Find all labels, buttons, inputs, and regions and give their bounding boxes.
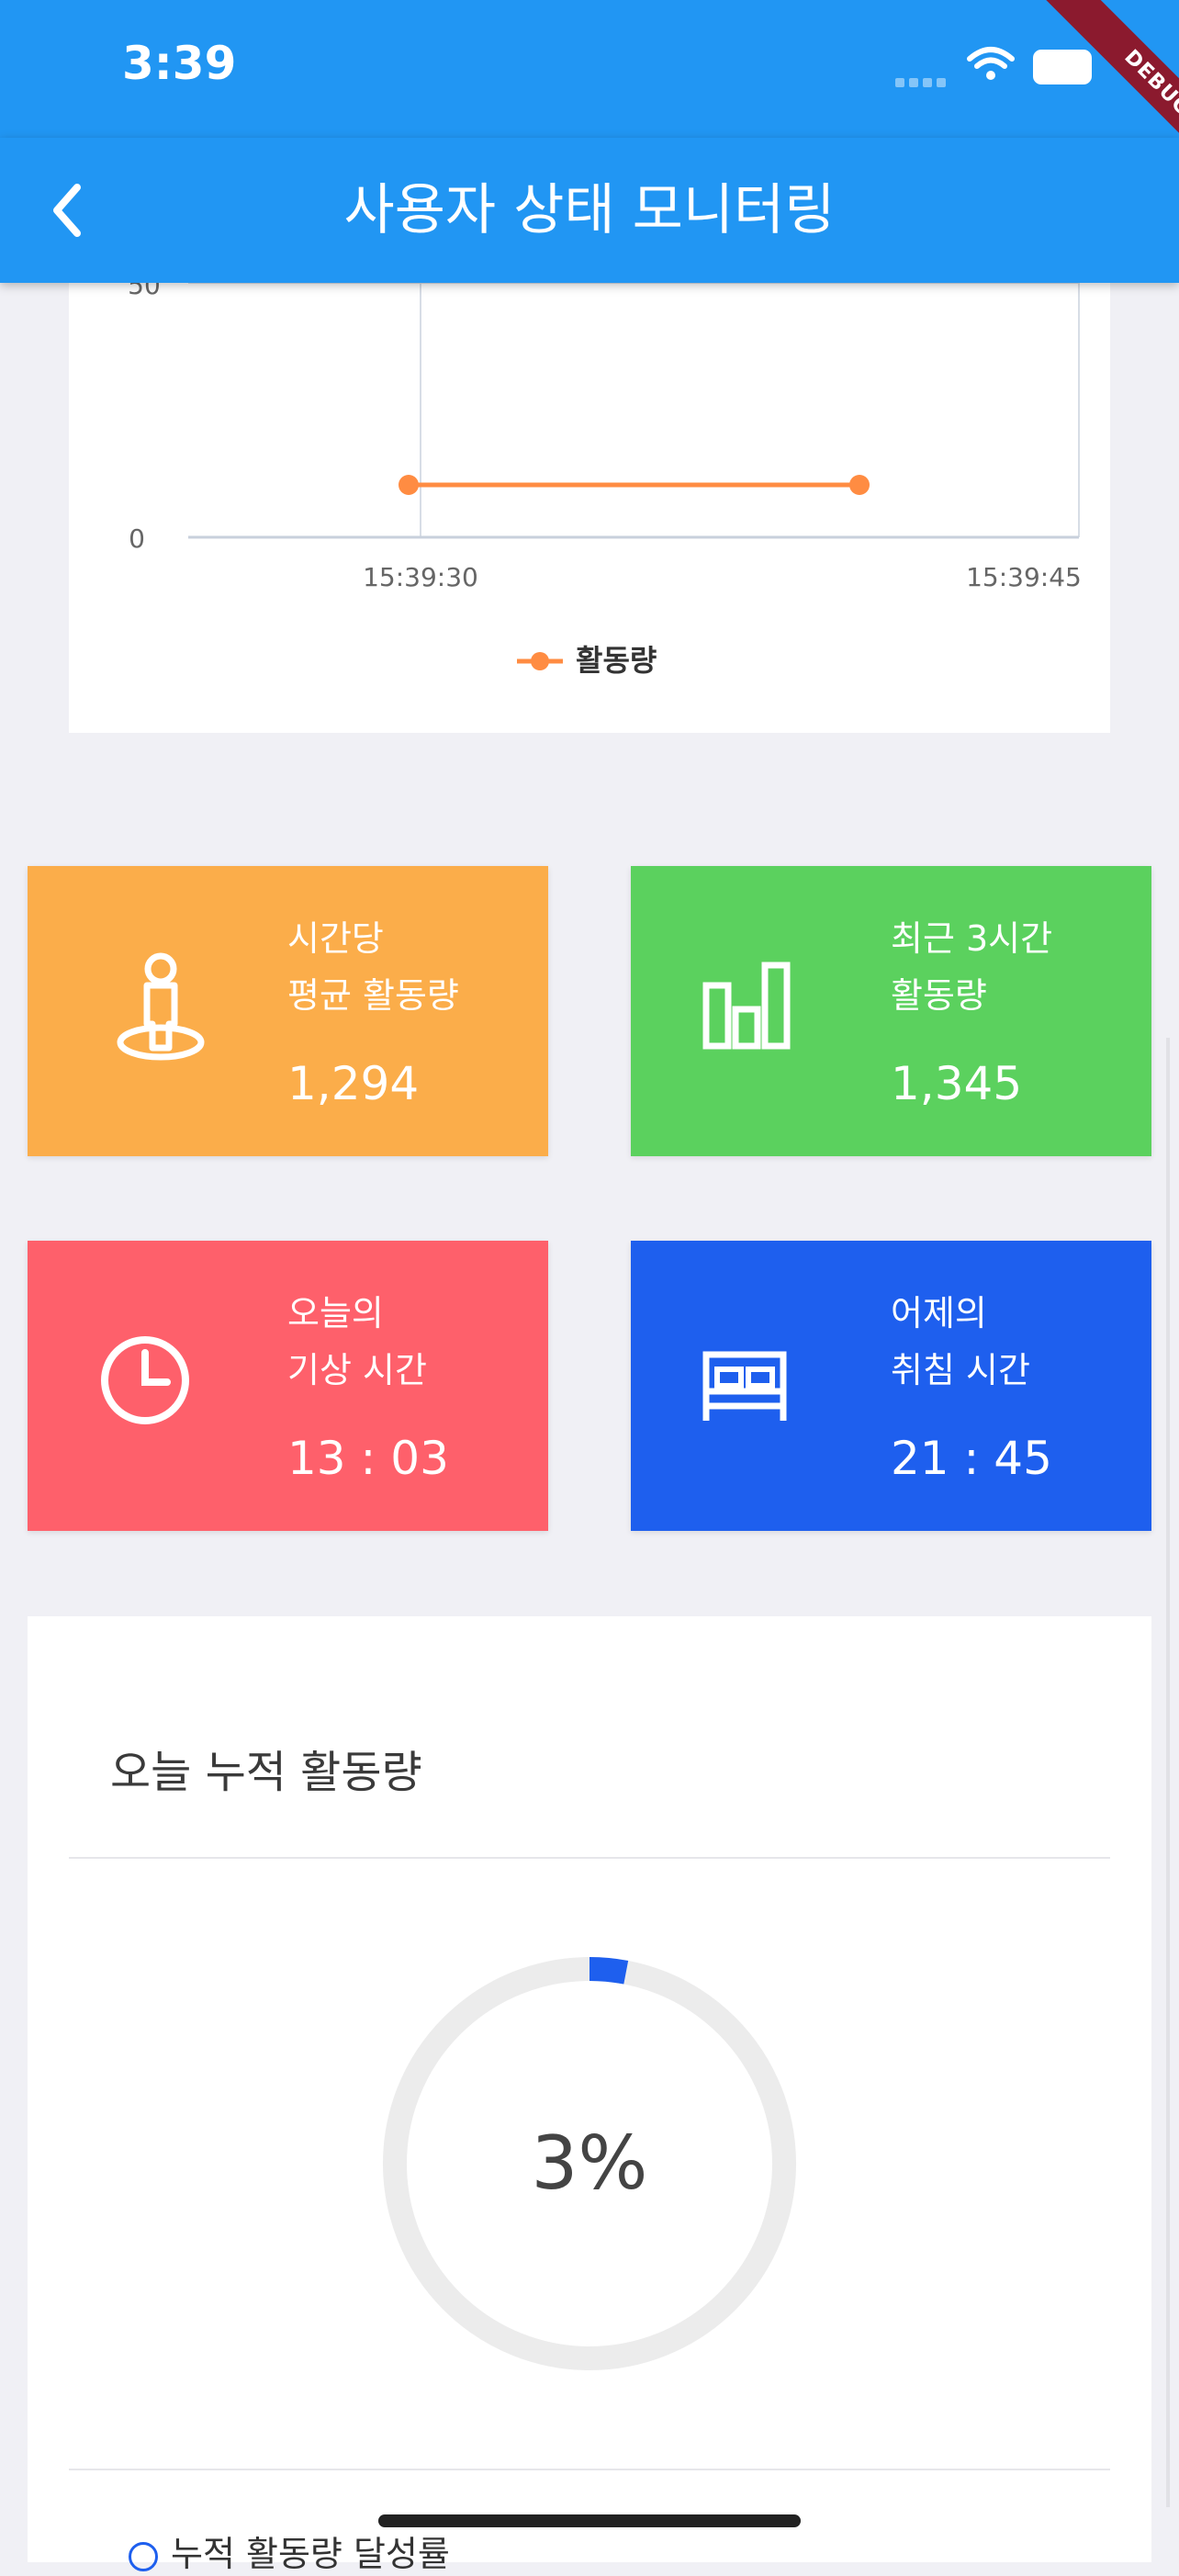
bar-chart-icon <box>702 962 791 1050</box>
legend-marker-dot <box>531 652 549 670</box>
divider <box>69 1857 1110 1859</box>
wake-time-tile[interactable]: 오늘의 기상 시간 13 : 03 <box>28 1241 548 1531</box>
legend-label: 누적 활동량 달성률 <box>171 2534 450 2574</box>
card-title: 오늘 누적 활동량 <box>110 1747 422 1798</box>
data-point[interactable] <box>849 475 870 495</box>
battery-icon <box>1033 50 1092 84</box>
legend-label: 활동량 <box>576 643 657 678</box>
home-indicator[interactable] <box>378 2514 801 2527</box>
tile-value: 13 : 03 <box>287 1432 449 1485</box>
data-point[interactable] <box>399 475 419 495</box>
today-activity-card: 오늘 누적 활동량 3% 누적 활동량 달성률 <box>28 1616 1151 2574</box>
scrollbar[interactable] <box>1166 1038 1170 2507</box>
x-tick-label: 15:39:45 <box>966 562 1082 592</box>
progress-percent-text: 3% <box>531 2120 648 2206</box>
activity-chart-card: 50 0 15:39:30 15:39:45 활동량 <box>69 276 1110 733</box>
status-bar: 3:39 <box>0 0 1179 138</box>
activity-line-chart: 50 0 15:39:30 15:39:45 활동량 <box>128 276 1082 678</box>
tile-value: 1,294 <box>287 1057 420 1110</box>
tile-label: 시간당 평균 활동량 <box>287 918 459 1016</box>
app-bar: 사용자 상태 모니터링 <box>0 138 1179 283</box>
page-title: 사용자 상태 모니터링 <box>343 178 836 242</box>
tile-label: 오늘의 기상 시간 <box>287 1293 427 1390</box>
tile-label: 어제의 취침 시간 <box>891 1293 1030 1390</box>
chevron-left-icon <box>53 184 81 237</box>
tile-value: 21 : 45 <box>891 1432 1052 1485</box>
bed-icon <box>702 1351 787 1421</box>
sleep-time-tile[interactable]: 어제의 취침 시간 21 : 45 <box>631 1241 1151 1531</box>
tile-label: 최근 3시간 활동량 <box>891 918 1053 1016</box>
tile-value: 1,345 <box>891 1057 1023 1110</box>
back-button[interactable] <box>37 174 110 248</box>
wifi-icon <box>967 47 1015 80</box>
clock-icon <box>101 1336 189 1424</box>
x-tick-label: 15:39:30 <box>363 562 478 592</box>
signal-icon <box>895 73 950 91</box>
status-time: 3:39 <box>122 37 237 90</box>
person-pin-icon <box>117 952 205 1061</box>
legend-ring-icon <box>129 2541 158 2571</box>
divider <box>69 2469 1110 2470</box>
hourly-average-tile[interactable]: 시간당 평균 활동량 1,294 <box>28 866 548 1156</box>
recent-3h-tile[interactable]: 최근 3시간 활동량 1,345 <box>631 866 1151 1156</box>
y-tick-label: 0 <box>129 523 145 554</box>
